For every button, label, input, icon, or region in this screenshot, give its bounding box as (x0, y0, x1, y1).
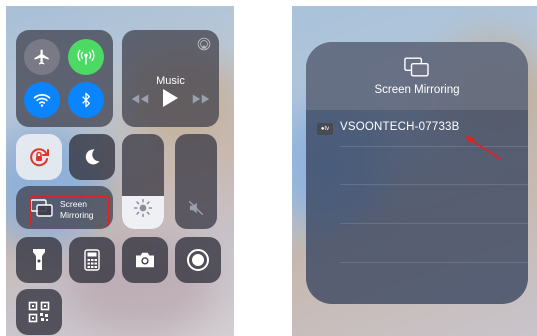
qr-scanner-button[interactable] (16, 289, 62, 335)
screen-recording-button[interactable] (175, 237, 221, 283)
rotation-lock-icon (30, 148, 49, 167)
camera-button[interactable] (122, 237, 168, 283)
moon-icon (85, 149, 100, 165)
airplane-icon (34, 49, 49, 65)
wifi-icon (33, 94, 51, 107)
calculator-button[interactable] (69, 237, 115, 283)
camera-icon (136, 252, 154, 268)
qr-code-icon (28, 301, 50, 323)
panel-title: Screen Mirroring (374, 84, 460, 96)
airplay-icon (197, 37, 211, 51)
bluetooth-button[interactable] (68, 82, 104, 118)
connectivity-module (16, 30, 113, 127)
list-separator (340, 184, 528, 185)
bluetooth-icon (82, 92, 90, 108)
brightness-slider[interactable] (122, 134, 164, 229)
list-separator (340, 262, 528, 263)
volume-slider[interactable] (175, 134, 217, 229)
antenna-icon (77, 49, 95, 65)
list-separator (340, 223, 528, 224)
screen-mirroring-panel: Screen Mirroring ●tv VSOONTECH-07733B (306, 42, 528, 304)
apple-tv-icon: ●tv (317, 123, 333, 135)
rewind-icon[interactable] (131, 93, 149, 105)
screen-mirroring-screenshot: Screen Mirroring ●tv VSOONTECH-07733B (292, 6, 537, 336)
annotation-arrow (465, 136, 503, 161)
control-center-screenshot: Music Screen Mirroring (6, 6, 234, 336)
screen-mirroring-icon (404, 57, 429, 77)
calculator-icon (84, 249, 100, 271)
airplane-mode-button[interactable] (24, 39, 60, 75)
device-name: VSOONTECH-07733B (340, 121, 460, 133)
flashlight-icon (33, 249, 45, 270)
do-not-disturb-button[interactable] (69, 134, 115, 180)
record-icon (187, 249, 209, 271)
cellular-data-button[interactable] (68, 39, 104, 75)
mute-icon (188, 200, 204, 216)
highlight-box (30, 196, 109, 226)
orientation-lock-button[interactable] (16, 134, 62, 180)
play-icon[interactable] (161, 88, 179, 108)
sun-icon (133, 198, 153, 218)
flashlight-button[interactable] (16, 237, 62, 283)
fast-forward-icon[interactable] (192, 93, 210, 105)
music-module[interactable]: Music (122, 30, 219, 127)
wifi-button[interactable] (24, 82, 60, 118)
music-title: Music (156, 75, 185, 87)
